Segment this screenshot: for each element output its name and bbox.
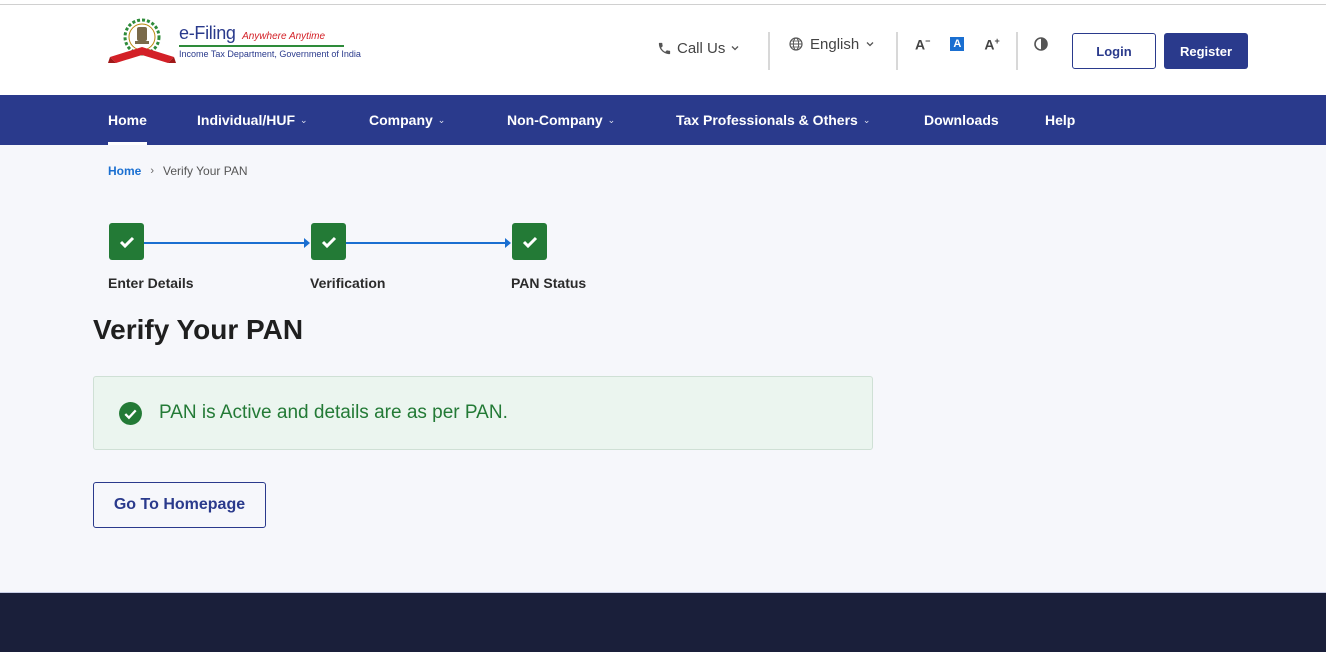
step-connector <box>346 242 505 244</box>
chevron-down-icon <box>731 46 739 51</box>
breadcrumb-separator: › <box>150 165 155 177</box>
page-title: Verify Your PAN <box>93 314 304 345</box>
chevron-down-icon: ⌄ <box>862 114 871 125</box>
chevron-down-icon: ⌄ <box>437 114 446 125</box>
contrast-icon <box>1034 37 1048 51</box>
nav-item-downloads[interactable]: Downloads <box>924 95 999 145</box>
nav-item-individual-huf[interactable]: Individual/HUF ⌄ <box>197 95 308 145</box>
register-button[interactable]: Register <box>1164 33 1248 69</box>
divider <box>1016 32 1018 70</box>
brand-department: Income Tax Department, Government of Ind… <box>179 49 361 59</box>
site-header: e-Filing Anywhere Anytime Income Tax Dep… <box>0 5 1326 95</box>
main-nav: Home Individual/HUF ⌄ Company ⌄ Non-Comp… <box>0 95 1326 145</box>
emblem-icon <box>108 18 176 63</box>
brand-tagline: Anywhere Anytime <box>242 31 326 42</box>
nav-item-home[interactable]: Home <box>108 95 147 145</box>
brand-underline <box>179 45 344 47</box>
divider <box>768 32 770 70</box>
nav-label: Downloads <box>924 112 999 128</box>
nav-label: Home <box>108 112 147 128</box>
breadcrumb-home-link[interactable]: Home <box>108 164 141 178</box>
site-footer <box>0 592 1326 652</box>
font-normal-button[interactable]: A <box>950 37 965 51</box>
chevron-down-icon <box>866 42 874 47</box>
go-to-homepage-button[interactable]: Go To Homepage <box>93 482 266 528</box>
checkmark-icon <box>321 236 336 248</box>
checkmark-icon <box>119 236 134 248</box>
nav-item-tax-professionals[interactable]: Tax Professionals & Others ⌄ <box>676 95 870 145</box>
step-connector <box>144 242 304 244</box>
language-dropdown[interactable]: English <box>788 0 875 89</box>
font-decrease-button[interactable]: A− <box>915 36 930 53</box>
phone-icon <box>658 42 671 54</box>
login-button[interactable]: Login <box>1072 33 1156 69</box>
step-complete-badge <box>512 223 547 260</box>
efiling-logo[interactable]: e-Filing Anywhere Anytime Income Tax Dep… <box>108 17 361 67</box>
nav-label: Individual/HUF <box>197 112 295 128</box>
progress-stepper: Enter Details Verification PAN Status <box>108 223 628 293</box>
chevron-down-icon: ⌄ <box>300 114 308 125</box>
arrow-right-icon <box>505 238 511 248</box>
check-circle-icon <box>119 401 142 425</box>
step-complete-badge <box>311 223 346 260</box>
alert-message: PAN is Active and details are as per PAN… <box>159 402 508 423</box>
call-us-dropdown[interactable]: Call Us <box>657 3 740 93</box>
contrast-toggle[interactable] <box>1034 0 1048 89</box>
font-size-controls: A− A A+ <box>915 0 1000 89</box>
chevron-down-icon: ⌄ <box>607 114 616 125</box>
call-us-label: Call Us <box>677 39 726 57</box>
success-alert: PAN is Active and details are as per PAN… <box>93 376 873 450</box>
arrow-right-icon <box>304 238 310 248</box>
checkmark-icon <box>522 236 537 248</box>
divider <box>896 32 898 70</box>
step-label: PAN Status <box>511 275 587 291</box>
breadcrumb: Home › Verify Your PAN <box>108 164 248 178</box>
step-label: Verification <box>310 275 386 291</box>
step-complete-badge <box>109 223 144 260</box>
nav-label: Help <box>1045 112 1076 128</box>
brand-name: e-Filing <box>179 23 236 43</box>
nav-item-company[interactable]: Company ⌄ <box>369 95 445 145</box>
globe-icon <box>789 37 803 51</box>
nav-label: Non-Company <box>507 112 603 128</box>
font-increase-button[interactable]: A+ <box>984 36 999 53</box>
nav-item-non-company[interactable]: Non-Company ⌄ <box>507 95 615 145</box>
step-label: Enter Details <box>108 275 194 291</box>
nav-label: Tax Professionals & Others <box>676 112 858 128</box>
brand-text: e-Filing Anywhere Anytime Income Tax Dep… <box>179 23 361 59</box>
language-label: English <box>810 35 860 53</box>
nav-label: Company <box>369 112 433 128</box>
nav-item-help[interactable]: Help <box>1045 95 1075 145</box>
breadcrumb-current: Verify Your PAN <box>163 164 248 178</box>
